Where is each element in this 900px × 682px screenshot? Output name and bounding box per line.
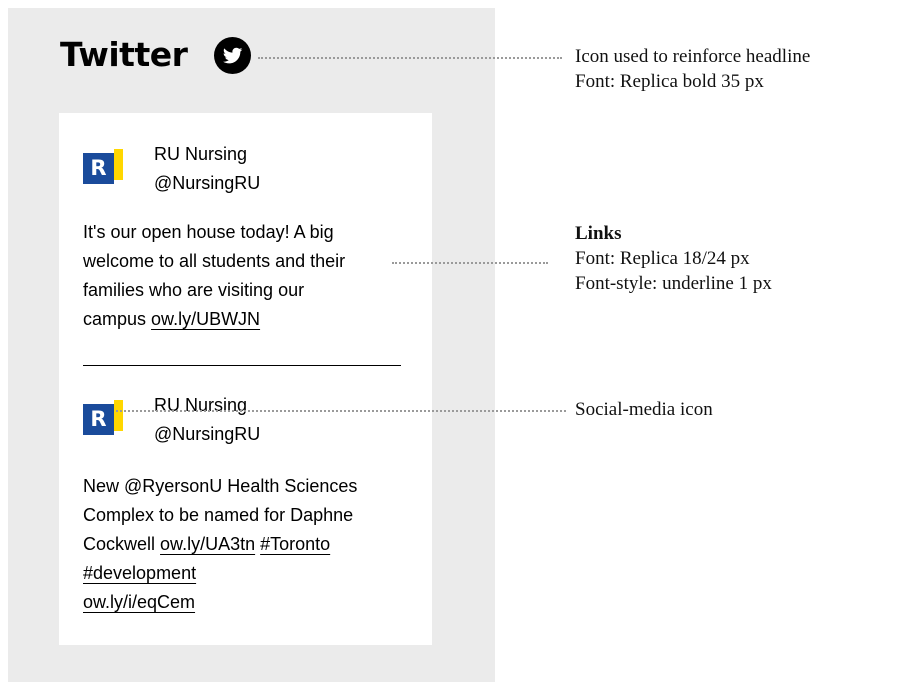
logo-letter: R [83, 153, 114, 184]
account-name[interactable]: RU Nursing [154, 142, 247, 166]
annotation-line: Font-style: underline 1 px [575, 273, 772, 294]
annotation-line: Font: Replica 18/24 px [575, 248, 750, 269]
annotation-line: Social-media icon [575, 399, 713, 420]
ryerson-logo[interactable]: R [83, 149, 123, 189]
tweet-line: It's our open house today! A big [83, 222, 334, 242]
tweet-link[interactable]: ow.ly/UBWJN [151, 309, 260, 329]
tweet-line: welcome to all students and their [83, 251, 346, 271]
tweet-card: R RU Nursing @NursingRU It's our open ho… [59, 113, 432, 645]
annotation-title: Links [575, 223, 622, 244]
account-name[interactable]: RU Nursing [154, 393, 247, 417]
tweet-line: #development [83, 559, 408, 588]
tweet-line: New @RyersonU Health Sciences [83, 476, 358, 496]
annotation-line: Icon used to reinforce headline [575, 46, 811, 67]
logo-letter: R [83, 404, 114, 435]
account-handle[interactable]: @NursingRU [154, 171, 260, 195]
icon-leader-line [258, 57, 562, 59]
links-leader-line [392, 262, 548, 264]
tweet-divider [83, 365, 401, 366]
social-leader-line [116, 410, 566, 412]
hashtag-link[interactable]: #Toronto [260, 534, 330, 554]
headline: Twitter [60, 35, 188, 74]
account-handle[interactable]: @NursingRU [154, 422, 260, 446]
icon-annotation: Icon used to reinforce headline Font: Re… [575, 44, 810, 94]
tweet-text: New @RyersonU Health Sciences Complex to… [83, 472, 408, 617]
annotation-line: Font: Replica bold 35 px [575, 71, 764, 92]
tweet-link[interactable]: ow.ly/i/eqCem [83, 592, 195, 612]
ryerson-logo[interactable]: R [83, 400, 123, 440]
logo-yellow-bar [114, 149, 123, 180]
tweet-line: Cockwell ow.ly/UA3tn #Toronto [83, 530, 408, 559]
tweet-line: campus ow.ly/UBWJN [83, 305, 408, 334]
tweet-line: ow.ly/i/eqCem [83, 588, 408, 617]
tweet-line: families who are visiting our [83, 280, 305, 300]
tweet-word: campus [83, 309, 147, 329]
social-annotation: Social-media icon [575, 397, 713, 422]
tweet-link[interactable]: ow.ly/UA3tn [160, 534, 255, 554]
links-annotation: Links Font: Replica 18/24 px Font-style:… [575, 221, 772, 296]
logo-yellow-bar [114, 400, 123, 431]
tweet-line: Complex to be named for Daphne [83, 505, 354, 525]
tweet-word: Cockwell [83, 534, 156, 554]
hashtag-link[interactable]: #development [83, 563, 196, 583]
tweet-text: It's our open house today! A big welcome… [83, 218, 408, 334]
twitter-bird-icon [214, 37, 251, 74]
